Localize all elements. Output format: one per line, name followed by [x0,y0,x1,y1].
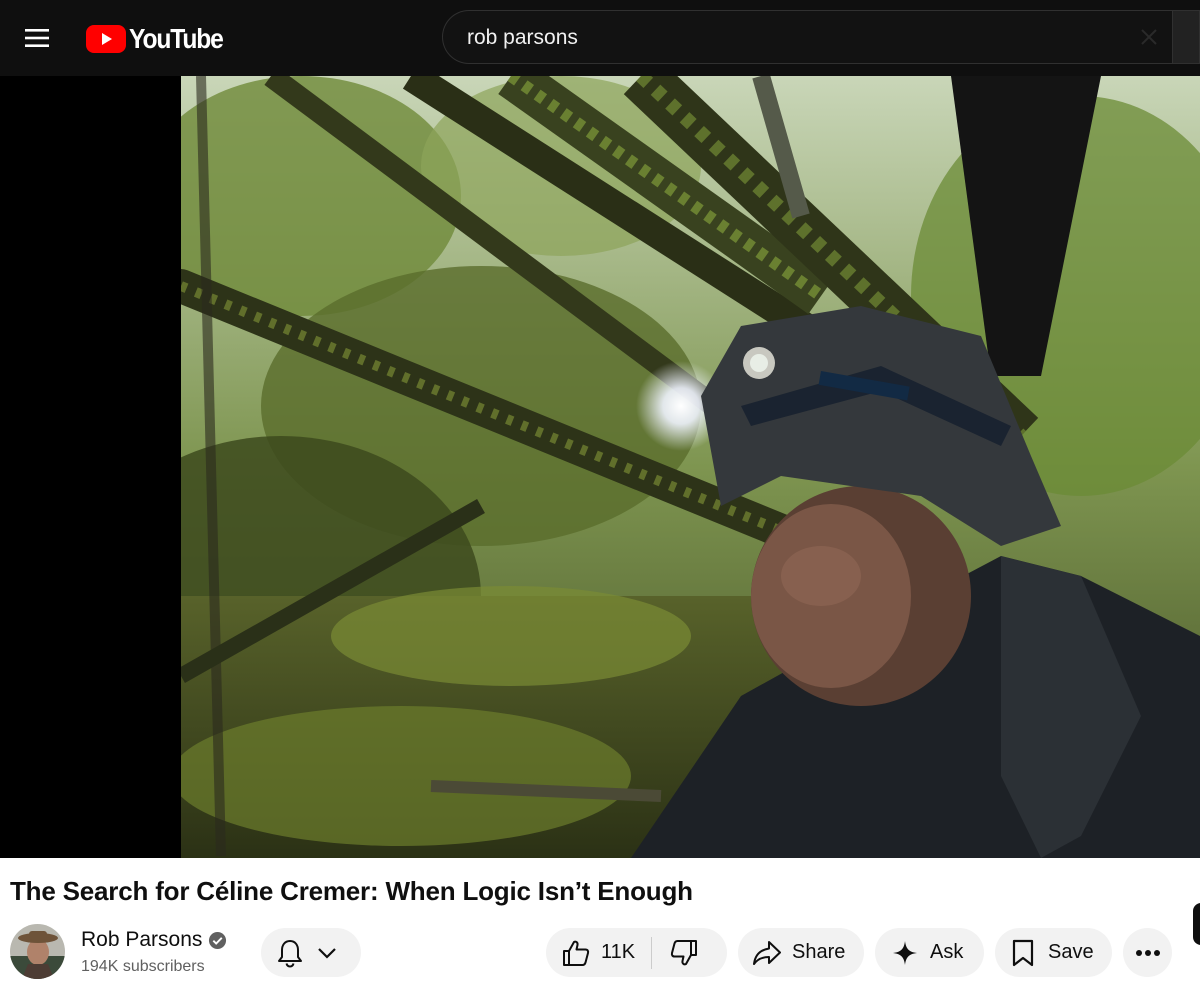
more-dots-icon [1135,949,1160,956]
chevron-down-icon [318,947,336,959]
channel-avatar[interactable] [10,924,65,979]
hamburger-menu-icon [25,29,49,47]
share-button[interactable]: Share [738,928,864,977]
thumbs-down-icon [670,939,698,965]
youtube-play-icon [86,25,126,53]
verified-badge-icon [208,931,227,950]
youtube-logo[interactable]: YouTube [86,23,236,54]
subscriber-count: 194K subscribers [81,958,205,975]
search-button[interactable] [1172,10,1200,64]
ask-label: Ask [930,941,964,963]
thumbs-up-icon [563,940,590,966]
search-box [442,10,1182,65]
video-player[interactable] [0,76,1200,858]
sparkle-icon [893,940,917,965]
video-frame[interactable] [181,76,1200,858]
video-title: The Search for Céline Cremer: When Logic… [10,876,693,906]
logo-text: YouTube [129,23,224,54]
share-label: Share [792,941,846,963]
save-label: Save [1048,941,1094,963]
video-still-image [181,76,1200,858]
search-input[interactable] [465,11,1129,65]
channel-name[interactable]: Rob Parsons [81,928,202,952]
bookmark-icon [1012,939,1034,966]
more-actions-button[interactable] [1123,928,1172,977]
ask-button[interactable]: Ask [875,928,984,977]
masthead: YouTube [0,0,1200,76]
notification-button[interactable] [261,928,361,977]
like-count: 11K [601,941,636,963]
share-arrow-icon [753,940,781,965]
avatar-image [10,924,65,979]
bell-icon [278,939,302,968]
like-dislike-group: 11K [546,928,727,977]
like-button[interactable]: 11K [546,928,651,977]
save-button[interactable]: Save [995,928,1112,977]
dislike-button[interactable] [652,928,699,977]
clear-search-icon[interactable] [1137,25,1161,49]
menu-button[interactable] [17,18,57,58]
subscribe-button-edge[interactable] [1193,903,1200,945]
